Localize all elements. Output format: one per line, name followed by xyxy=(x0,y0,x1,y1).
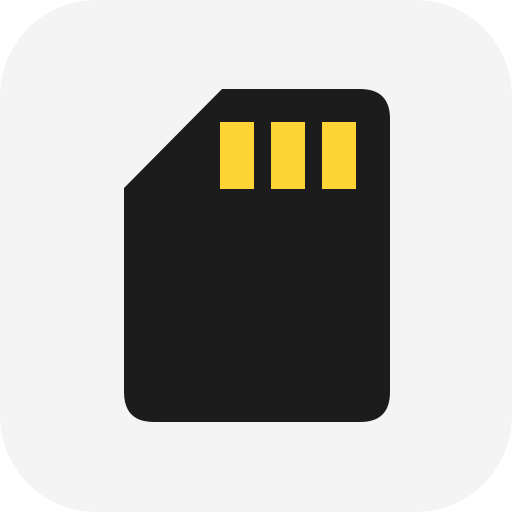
sd-card-icon xyxy=(0,0,512,512)
card-contacts xyxy=(220,122,356,189)
app-icon-tile[interactable] xyxy=(0,0,512,512)
card-contact-1 xyxy=(220,122,254,189)
card-contact-2 xyxy=(271,122,305,189)
card-contact-3 xyxy=(322,122,356,189)
